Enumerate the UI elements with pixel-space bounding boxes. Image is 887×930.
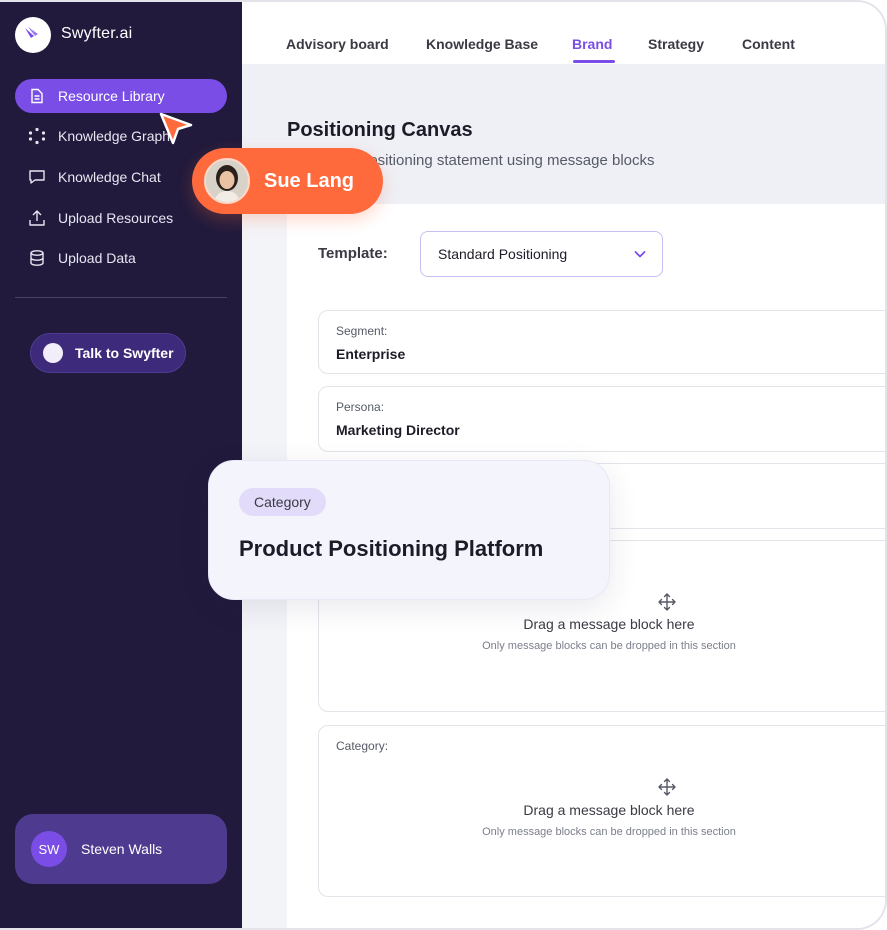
persona-label: Persona: <box>336 400 385 414</box>
sidebar: Swyfter.ai Resource Library Knowledge Gr… <box>0 2 242 928</box>
sidebar-item-label: Knowledge Graph <box>58 128 171 144</box>
segment-value: Enterprise <box>336 346 406 362</box>
drop-zone-hint: Only message blocks can be dropped in th… <box>482 826 736 838</box>
collaborator-badge: Sue Lang <box>192 148 383 214</box>
tab-bar: Advisory board Knowledge Base Brand Stra… <box>242 2 885 64</box>
app-name: Swyfter.ai <box>61 25 133 42</box>
chevron-down-icon <box>632 246 648 262</box>
move-icon <box>658 778 676 796</box>
category-label: Category: <box>336 739 389 753</box>
template-selected-value: Standard Positioning <box>438 246 568 262</box>
tab-brand[interactable]: Brand <box>572 36 612 52</box>
collaborator-name: Sue Lang <box>264 169 355 192</box>
move-icon <box>658 593 676 611</box>
active-tab-indicator <box>573 60 615 63</box>
sidebar-item-upload-resources[interactable]: Upload Resources <box>15 201 227 235</box>
category-card[interactable]: Category Product Positioning Platform <box>208 460 610 600</box>
collaborator-avatar <box>204 158 250 204</box>
document-icon <box>28 87 46 105</box>
category-card-title: Product Positioning Platform <box>239 536 544 561</box>
sidebar-item-label: Knowledge Chat <box>58 169 161 185</box>
talk-button-label: Talk to Swyfter <box>75 345 174 361</box>
app-window: Swyfter.ai Resource Library Knowledge Gr… <box>0 0 887 930</box>
sidebar-item-label: Upload Resources <box>58 210 174 226</box>
tab-knowledge-base[interactable]: Knowledge Base <box>426 36 538 52</box>
page-subtitle: positioning statement using message bloc… <box>361 152 655 169</box>
avatar: SW <box>31 831 67 867</box>
page-title: Positioning Canvas <box>287 119 473 141</box>
tab-content[interactable]: Content <box>742 36 795 52</box>
segment-label: Segment: <box>336 324 388 338</box>
upload-icon <box>28 209 46 227</box>
sidebar-item-resource-library[interactable]: Resource Library <box>15 79 227 113</box>
cursor-pointer-icon <box>159 112 193 145</box>
swyfter-logo-icon <box>15 17 51 53</box>
sidebar-divider <box>15 297 227 298</box>
chat-icon <box>28 168 46 186</box>
segment-field[interactable]: Segment: Enterprise <box>318 310 885 374</box>
tab-strategy[interactable]: Strategy <box>648 36 704 52</box>
sidebar-item-upload-data[interactable]: Upload Data <box>15 241 227 275</box>
category-drop-zone[interactable]: Category: Drag a message block here Only… <box>318 725 885 897</box>
user-name: Steven Walls <box>81 841 163 857</box>
graph-icon <box>28 127 46 145</box>
assistant-orb-icon <box>43 343 63 363</box>
sidebar-item-label: Upload Data <box>58 250 136 266</box>
persona-value: Marketing Director <box>336 422 460 438</box>
database-icon <box>28 249 46 267</box>
talk-to-swyfter-button[interactable]: Talk to Swyfter <box>30 333 186 373</box>
drop-zone-hint: Only message blocks can be dropped in th… <box>482 640 736 652</box>
category-tag: Category <box>239 488 326 516</box>
user-profile-card[interactable]: SW Steven Walls <box>15 814 227 884</box>
sidebar-item-label: Resource Library <box>58 88 165 104</box>
tab-advisory-board[interactable]: Advisory board <box>286 36 389 52</box>
template-label: Template: <box>318 245 388 262</box>
persona-field[interactable]: Persona: Marketing Director <box>318 386 885 452</box>
drop-zone-title: Drag a message block here <box>523 616 695 632</box>
template-select[interactable]: Standard Positioning <box>420 231 663 277</box>
drop-zone-title: Drag a message block here <box>523 802 695 818</box>
